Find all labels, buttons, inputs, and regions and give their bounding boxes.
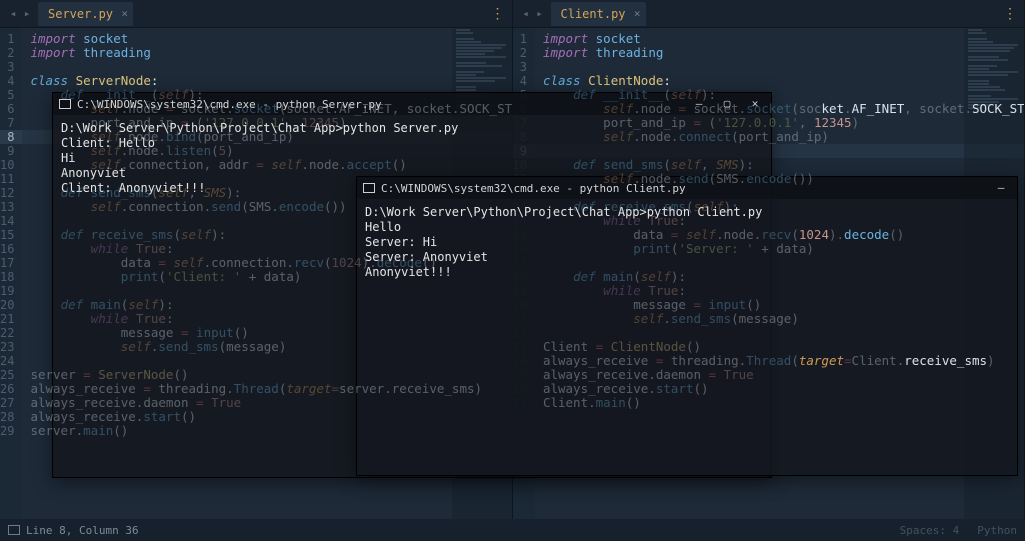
status-bar: Line 8, Column 36 Spaces: 4 Python [0,519,1025,541]
close-icon[interactable]: × [634,7,641,20]
line-gutter: 1234567891011121314151617181920212223242… [0,28,22,519]
tab-label: Server.py [48,7,113,21]
status-position[interactable]: Line 8, Column 36 [8,524,139,537]
tabbar-left: ◂ ▸ Server.py × ⋮ [0,0,512,28]
ruler-icon [8,525,20,535]
tab-server[interactable]: Server.py × [38,2,133,26]
close-icon[interactable]: × [121,7,128,20]
status-syntax[interactable]: Python [977,524,1017,537]
kebab-menu-icon[interactable]: ⋮ [1003,6,1018,22]
tab-dirty-dot [36,11,42,17]
nav-next-icon[interactable]: ▸ [533,7,547,21]
nav-prev-icon[interactable]: ◂ [519,7,533,21]
nav-next-icon[interactable]: ▸ [20,7,34,21]
tab-label: Client.py [561,7,626,21]
nav-prev-icon[interactable]: ◂ [6,7,20,21]
status-indent[interactable]: Spaces: 4 [900,524,960,537]
tabbar-right: ◂ ▸ Client.py × ⋮ [513,0,1025,28]
tab-dirty-dot [549,11,555,17]
kebab-menu-icon[interactable]: ⋮ [491,6,506,22]
tab-client[interactable]: Client.py × [551,2,646,26]
